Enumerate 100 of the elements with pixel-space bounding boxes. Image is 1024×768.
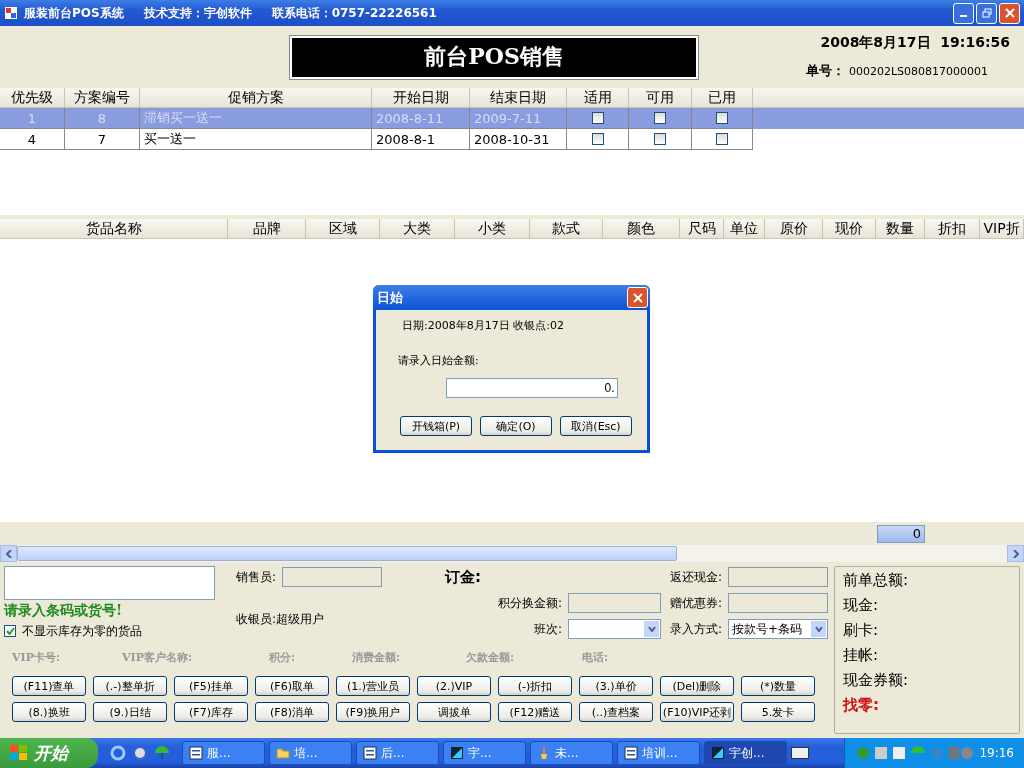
column-header[interactable]: 品牌 xyxy=(228,219,306,238)
return-cash-field[interactable] xyxy=(728,567,828,587)
taskbar-button[interactable]: 后... xyxy=(356,741,439,765)
check-icon xyxy=(5,627,15,635)
function-button[interactable]: (F8)消单 xyxy=(255,702,329,722)
function-button[interactable]: (9.)日结 xyxy=(93,702,167,722)
checkbox[interactable] xyxy=(716,133,728,145)
column-header[interactable]: 原价 xyxy=(765,219,823,238)
column-header[interactable]: 颜色 xyxy=(603,219,680,238)
windows-flag-icon xyxy=(10,745,28,761)
dialog-button[interactable]: 取消(Esc) xyxy=(560,416,632,436)
taskbar-button[interactable]: 宇... xyxy=(443,741,526,765)
minimize-button[interactable] xyxy=(953,2,974,24)
function-button[interactable]: (F12)赠送 xyxy=(498,702,572,722)
app-icon xyxy=(4,6,18,20)
quantity-total: 0 xyxy=(877,524,925,543)
restore-icon xyxy=(981,8,992,18)
barcode-prompt: 请录入条码或货号! xyxy=(4,602,123,620)
function-button[interactable]: (F7)库存 xyxy=(174,702,248,722)
function-button[interactable]: (..)查档案 xyxy=(579,702,653,722)
column-header[interactable]: 开始日期 xyxy=(372,88,470,107)
function-button[interactable]: (-)折扣 xyxy=(498,676,572,696)
column-header[interactable]: 已用 xyxy=(692,88,753,107)
column-header[interactable]: 促销方案 xyxy=(140,88,372,107)
column-header[interactable]: 小类 xyxy=(455,219,530,238)
vip-label: VIP卡号: xyxy=(12,649,61,665)
input-mode-select[interactable]: 按款号+条码 xyxy=(728,619,828,639)
function-button[interactable]: (F5)挂单 xyxy=(174,676,248,696)
shift-select[interactable] xyxy=(568,619,661,639)
column-header[interactable]: 区域 xyxy=(306,219,380,238)
function-button[interactable]: 调拔单 xyxy=(417,702,491,722)
function-button[interactable]: (F6)取单 xyxy=(255,676,329,696)
table-cell: 7 xyxy=(65,129,140,150)
function-button[interactable]: (Del)删除 xyxy=(660,676,734,696)
column-header[interactable]: 结束日期 xyxy=(470,88,567,107)
restore-button[interactable] xyxy=(976,2,997,24)
column-header[interactable]: 方案编号 xyxy=(65,88,140,107)
function-button[interactable]: 5.发卡 xyxy=(741,702,815,722)
vip-label: VIP客户名称: xyxy=(122,649,193,665)
checkbox[interactable] xyxy=(654,133,666,145)
checkbox[interactable] xyxy=(591,112,604,124)
total-label: 找零: xyxy=(843,696,880,715)
checkbox[interactable] xyxy=(654,112,666,124)
function-button[interactable]: (F11)查单 xyxy=(12,676,86,696)
column-header[interactable]: 数量 xyxy=(876,219,925,238)
column-header[interactable]: VIP折 xyxy=(980,219,1024,238)
dialog-button[interactable]: 确定(O) xyxy=(480,416,552,436)
function-button[interactable]: (F10)VIP还剥 xyxy=(660,702,734,722)
close-button[interactable] xyxy=(999,2,1020,24)
keyboard-icon[interactable] xyxy=(791,747,809,759)
function-button[interactable]: (3.)单价 xyxy=(579,676,653,696)
document-icon xyxy=(624,746,638,760)
taskbar-button[interactable]: 服... xyxy=(182,741,265,765)
taskbar-button[interactable]: 培... xyxy=(269,741,352,765)
checkbox[interactable] xyxy=(716,112,728,124)
table-cell: 2008-10-31 xyxy=(470,129,567,150)
table-cell: 2008-8-1 xyxy=(372,129,470,150)
coupon-field[interactable] xyxy=(728,593,828,613)
salesperson-label: 销售员: xyxy=(236,568,277,586)
vip-label: 积分: xyxy=(269,649,297,665)
umbrella-icon[interactable] xyxy=(154,745,170,761)
column-header[interactable]: 货品名称 xyxy=(0,219,228,238)
app-icon xyxy=(711,746,725,760)
scrollbar-thumb[interactable] xyxy=(17,546,677,561)
function-button[interactable]: (*)数量 xyxy=(741,676,815,696)
close-icon xyxy=(1004,8,1015,18)
checkbox[interactable] xyxy=(4,625,16,637)
taskbar-button[interactable]: 培训... xyxy=(617,741,700,765)
column-header[interactable]: 单位 xyxy=(724,219,765,238)
column-header[interactable]: 大类 xyxy=(380,219,455,238)
banner-title: 前台POS销售 xyxy=(290,35,698,79)
column-header[interactable]: 折扣 xyxy=(925,219,980,238)
column-header[interactable]: 适用 xyxy=(567,88,629,107)
function-button[interactable]: (.-)整单折 xyxy=(93,676,167,696)
column-header[interactable]: 可用 xyxy=(629,88,692,107)
column-header[interactable]: 优先级 xyxy=(0,88,65,107)
checkbox[interactable] xyxy=(591,133,604,145)
points-field[interactable] xyxy=(568,593,661,613)
dialog-button[interactable]: 开钱箱(P) xyxy=(400,416,472,436)
column-header[interactable]: 尺码 xyxy=(680,219,724,238)
column-header[interactable]: 款式 xyxy=(530,219,603,238)
function-button[interactable]: (2.)VIP xyxy=(417,676,491,696)
shift-label: 班次: xyxy=(533,620,562,638)
column-header[interactable]: 现价 xyxy=(823,219,876,238)
taskbar-button[interactable]: 未... xyxy=(530,741,613,765)
clock: 19:16 xyxy=(979,746,1014,760)
function-button[interactable]: (1.)营业员 xyxy=(336,676,410,696)
close-button[interactable] xyxy=(627,287,648,308)
barcode-input[interactable] xyxy=(4,566,215,600)
horizontal-scrollbar[interactable] xyxy=(0,545,1024,562)
amount-field[interactable]: 0. xyxy=(445,378,618,398)
vip-label: 消费金额: xyxy=(352,649,402,665)
function-button[interactable]: (F9)换用户 xyxy=(336,702,410,722)
function-button[interactable]: (8.)换班 xyxy=(12,702,86,722)
salesperson-field[interactable] xyxy=(282,567,383,587)
table-cell: 买一送一 xyxy=(140,129,372,150)
table-cell: 4 xyxy=(0,129,65,150)
dialog-info: 日期:2008年8月17日 收银点:02 xyxy=(402,318,565,333)
cashier-text: 收银员:超级用户 xyxy=(236,610,325,628)
taskbar-button[interactable]: 宇创... xyxy=(704,741,787,765)
